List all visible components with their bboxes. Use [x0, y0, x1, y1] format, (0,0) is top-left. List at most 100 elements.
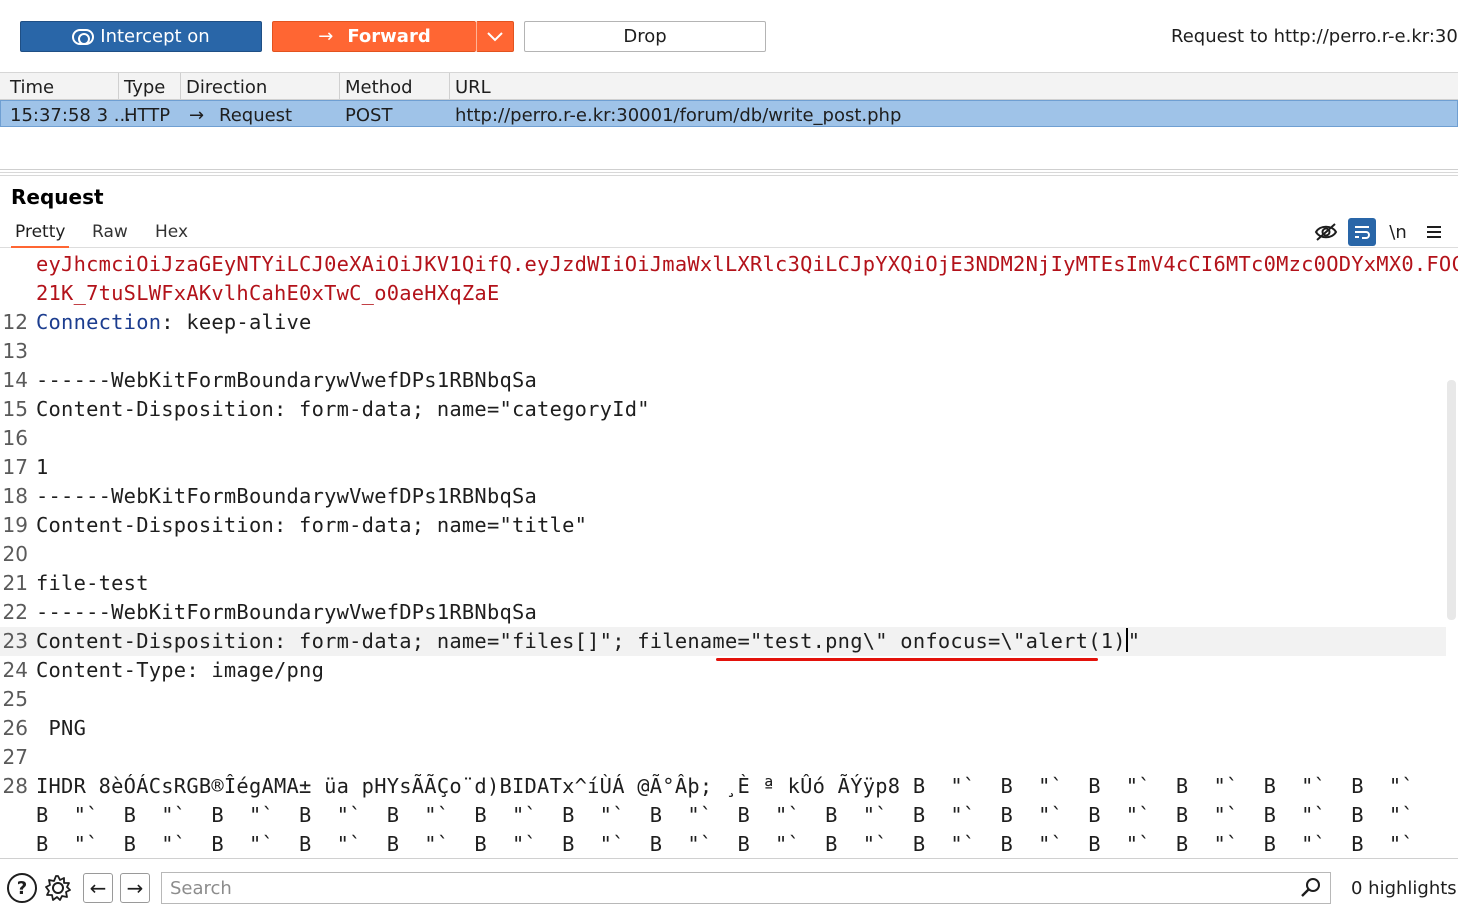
pane-splitter[interactable]	[0, 172, 1458, 176]
line-number: 14	[2, 368, 28, 392]
intercept-toolbar: Intercept on → Forward Drop Request to h…	[0, 0, 1458, 72]
forward-button[interactable]: → Forward	[272, 21, 476, 52]
line-content: B "` B "` B "` B "` B "` B "` B "` B "` …	[36, 803, 1414, 827]
panel-title: Request	[11, 185, 104, 209]
table-row[interactable]: 15:37:58 3 ... HTTP → Request POST http:…	[0, 100, 1458, 127]
line-number: 22	[2, 600, 28, 624]
row-type: HTTP	[124, 105, 171, 126]
line-content: ------WebKitFormBoundarywVwefDPs1RBNbqSa	[36, 368, 538, 392]
intercept-label: Intercept on	[100, 26, 210, 47]
line-text: B "` B "` B "` B "` B "` B "` B "` B "` …	[36, 830, 1414, 858]
drop-label: Drop	[623, 26, 667, 47]
editor-line: 21K_7tuSLWFxAKvlhCahE0xTwC_o0aeHXqZaE	[0, 279, 1446, 308]
line-content: Content-Disposition: form-data; name="fi…	[36, 629, 1126, 653]
hide-eye-icon[interactable]	[1312, 218, 1340, 246]
search-icon[interactable]	[1299, 876, 1323, 900]
editor-line: 12 Connection: keep-alive	[0, 308, 1446, 337]
arrow-right-icon: →	[189, 105, 205, 126]
newline-toggle-icon[interactable]: \n	[1384, 218, 1412, 246]
arrow-right-icon: →	[318, 26, 334, 47]
column-direction[interactable]: Direction	[186, 77, 267, 98]
line-content: IHDR 8èÓÁCsRGB®ÎégAMA± üa pHYsÃÃÇo¨d)BID…	[36, 774, 1414, 798]
header-name: Connection	[36, 310, 162, 334]
annotation-underline	[716, 658, 1098, 661]
editor-line: 17 1	[0, 453, 1446, 482]
line-text: PNG	[36, 714, 86, 743]
line-text: ------WebKitFormBoundarywVwefDPs1RBNbqSa	[36, 598, 537, 627]
editor-line: 13	[0, 337, 1446, 366]
line-text: ------WebKitFormBoundarywVwefDPs1RBNbqSa	[36, 482, 537, 511]
request-target-label: Request to http://perro.r-e.kr:30001	[1171, 26, 1458, 47]
message-view-tabs: Pretty Raw Hex \n	[0, 218, 1458, 248]
row-time: 15:37:58 3 ...	[10, 105, 131, 126]
line-text: IHDR 8èÓÁCsRGB®ÎégAMA± üa pHYsÃÃÇo¨d)BID…	[36, 772, 1414, 801]
arrow-left-icon: ←	[89, 876, 107, 900]
line-content: Content-Disposition: form-data; name="ti…	[36, 513, 588, 537]
column-method[interactable]: Method	[345, 77, 413, 98]
editor-line: 20	[0, 540, 1446, 569]
row-direction: Request	[219, 105, 293, 126]
search-input[interactable]	[161, 872, 1331, 904]
next-match-button[interactable]: →	[120, 873, 150, 903]
line-content: Content-Disposition: form-data; name="ca…	[36, 397, 650, 421]
editor-line: 15 Content-Disposition: form-data; name="…	[0, 395, 1446, 424]
line-text: Content-Disposition: form-data; name="fi…	[36, 627, 1140, 656]
row-url: http://perro.r-e.kr:30001/forum/db/write…	[455, 105, 902, 126]
arrow-right-icon: →	[126, 876, 144, 900]
line-number: 26	[2, 716, 28, 740]
editor-line: 14 ------WebKitFormBoundarywVwefDPs1RBNbq…	[0, 366, 1446, 395]
line-content: ------WebKitFormBoundarywVwefDPs1RBNbqSa	[36, 484, 538, 508]
line-text: B "` B "` B "` B "` B "` B "` B "` B "` …	[36, 801, 1414, 830]
column-separator[interactable]	[180, 73, 181, 100]
drop-button[interactable]: Drop	[524, 21, 766, 52]
previous-match-button[interactable]: ←	[83, 873, 113, 903]
line-number: 24	[2, 658, 28, 682]
column-separator[interactable]	[449, 73, 450, 100]
tab-raw[interactable]: Raw	[92, 222, 128, 242]
editor-line: B "` B "` B "` B "` B "` B "` B "` B "` …	[0, 830, 1446, 858]
column-separator[interactable]	[339, 73, 340, 100]
editor-line: 25	[0, 685, 1446, 714]
line-content: eyJhcmciOiJzaGEyNTYiLCJ0eXAiOiJKV1QifQ.e…	[36, 252, 1458, 276]
vertical-scrollbar[interactable]	[1447, 380, 1456, 620]
table-header: Time Type Direction Method URL	[0, 73, 1458, 100]
line-number: 12	[2, 310, 28, 334]
toggle-icon	[72, 28, 95, 45]
intercept-queue-table: Time Type Direction Method URL 15:37:58 …	[0, 72, 1458, 170]
line-content: : keep-alive	[161, 310, 312, 334]
line-text: file-test	[36, 569, 149, 598]
line-number: 18	[2, 484, 28, 508]
column-url[interactable]: URL	[455, 77, 491, 98]
forward-options-button[interactable]	[476, 21, 514, 52]
forward-label: Forward	[347, 26, 431, 47]
line-text: Content-Type: image/png	[36, 656, 324, 685]
line-text: 1	[36, 453, 49, 482]
help-icon[interactable]: ?	[7, 873, 37, 903]
column-time[interactable]: Time	[10, 77, 54, 98]
tab-hex[interactable]: Hex	[155, 222, 188, 242]
search-bar: ? ← → 0 highlights	[0, 858, 1458, 916]
chevron-down-icon	[487, 31, 503, 41]
menu-icon[interactable]	[1420, 218, 1448, 246]
line-content: 21K_7tuSLWFxAKvlhCahE0xTwC_o0aeHXqZaE	[36, 281, 500, 305]
line-content: file-test	[36, 571, 149, 595]
line-content: ------WebKitFormBoundarywVwefDPs1RBNbqSa	[36, 600, 538, 624]
editor-line: 22 ------WebKitFormBoundarywVwefDPs1RBNbq…	[0, 598, 1446, 627]
line-number: 13	[2, 339, 28, 363]
request-editor[interactable]: eyJhcmciOiJzaGEyNTYiLCJ0eXAiOiJKV1QifQ.e…	[0, 248, 1458, 858]
editor-line: 28 IHDR 8èÓÁCsRGB®ÎégAMA± üa pHYsÃÃÇo¨d)B…	[0, 772, 1446, 801]
column-type[interactable]: Type	[124, 77, 165, 98]
intercept-toggle-button[interactable]: Intercept on	[20, 21, 262, 52]
gear-icon[interactable]	[43, 873, 73, 903]
tab-pretty[interactable]: Pretty	[11, 222, 70, 248]
editor-line: 23 Content-Disposition: form-data; name="…	[0, 627, 1446, 656]
line-number: 16	[2, 426, 28, 450]
line-number: 21	[2, 571, 28, 595]
row-method: POST	[345, 105, 393, 126]
line-content: PNG	[36, 716, 87, 740]
editor-line: B "` B "` B "` B "` B "` B "` B "` B "` …	[0, 801, 1446, 830]
line-text: Content-Disposition: form-data; name="ca…	[36, 395, 650, 424]
line-number: 20	[2, 542, 28, 566]
column-separator[interactable]	[118, 73, 119, 100]
word-wrap-icon[interactable]	[1348, 218, 1376, 246]
